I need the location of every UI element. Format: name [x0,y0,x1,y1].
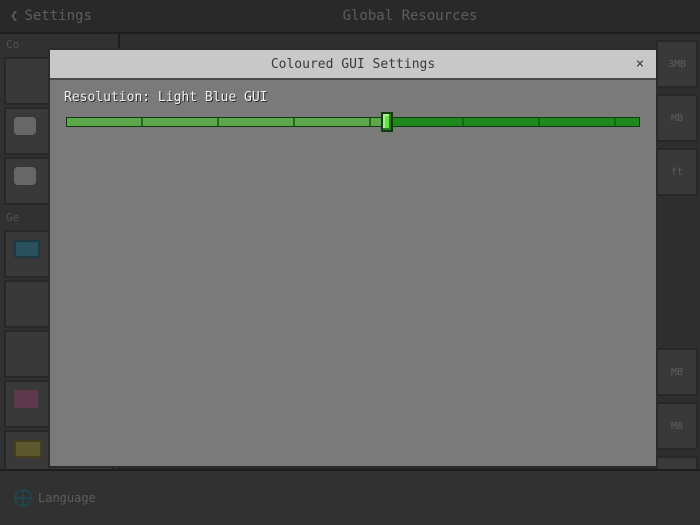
slider-track-empty [387,117,640,127]
close-icon: × [636,56,644,72]
close-button[interactable]: × [632,56,648,72]
slider-thumb[interactable] [381,112,393,132]
settings-modal: Coloured GUI Settings × Resolution: Ligh… [48,48,658,468]
resolution-slider[interactable] [66,113,640,131]
modal-title: Coloured GUI Settings [271,57,435,72]
modal-header: Coloured GUI Settings × [50,50,656,80]
resolution-label: Resolution: Light Blue GUI [64,90,642,105]
modal-body: Resolution: Light Blue GUI [50,80,656,466]
slider-track-filled [66,117,387,127]
